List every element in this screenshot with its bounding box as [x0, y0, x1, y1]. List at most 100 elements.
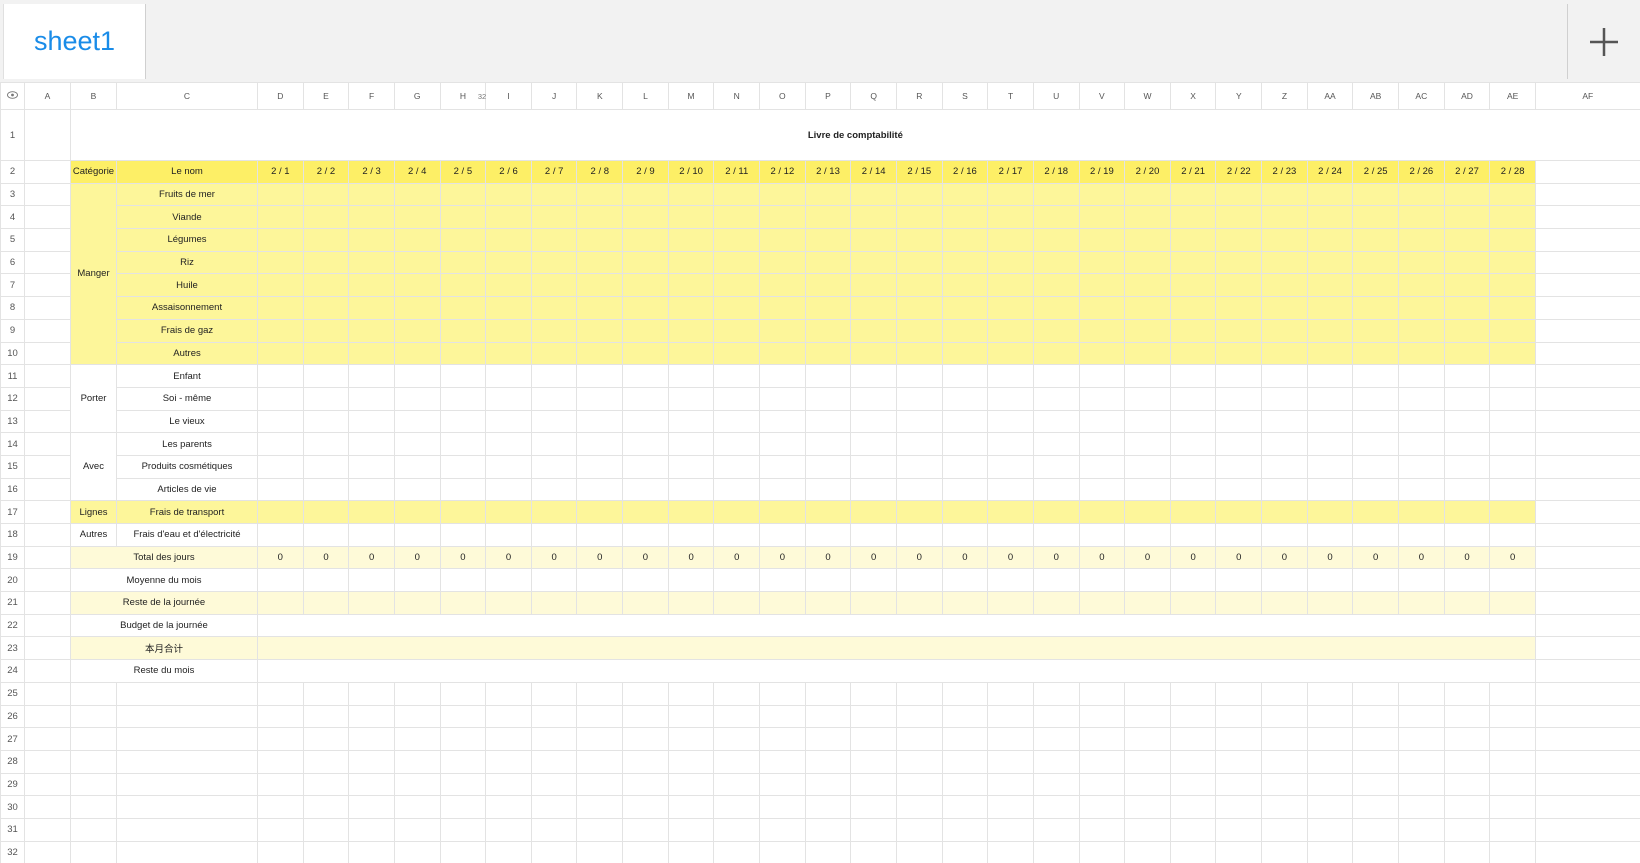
amount-cell[interactable]: [302, 182, 350, 207]
cell[interactable]: [1215, 795, 1263, 819]
amount-cell[interactable]: [1489, 250, 1536, 275]
summary-value-cell[interactable]: [1489, 568, 1536, 593]
amount-cell[interactable]: [302, 250, 350, 275]
cell[interactable]: [70, 681, 117, 706]
amount-cell[interactable]: [1032, 205, 1080, 230]
row-header[interactable]: 6: [0, 250, 25, 275]
cell[interactable]: [1124, 817, 1171, 842]
amount-cell[interactable]: [1398, 454, 1445, 479]
cell[interactable]: [576, 795, 624, 819]
amount-cell[interactable]: [576, 386, 624, 411]
total-value-cell[interactable]: 0: [530, 545, 578, 570]
amount-cell[interactable]: [1215, 454, 1263, 479]
amount-cell[interactable]: [1215, 341, 1263, 366]
cell[interactable]: [485, 817, 532, 842]
amount-cell[interactable]: [987, 477, 1034, 502]
cell[interactable]: [850, 704, 897, 729]
amount-cell[interactable]: [1032, 341, 1080, 366]
cell[interactable]: [1078, 681, 1126, 706]
amount-cell[interactable]: [530, 205, 578, 230]
row-header[interactable]: 16: [0, 477, 25, 502]
cell[interactable]: [116, 817, 258, 842]
header-date[interactable]: 2 / 24: [1306, 160, 1354, 184]
amount-cell[interactable]: [1169, 500, 1217, 524]
cell[interactable]: [24, 817, 71, 842]
amount-cell[interactable]: [987, 386, 1034, 411]
amount-cell[interactable]: [713, 250, 761, 275]
cell[interactable]: [895, 681, 943, 706]
amount-cell[interactable]: [622, 228, 669, 252]
cell[interactable]: [70, 840, 117, 863]
amount-cell[interactable]: [987, 296, 1034, 320]
amount-cell[interactable]: [1352, 454, 1400, 479]
row-header[interactable]: 9: [0, 318, 25, 343]
amount-cell[interactable]: [576, 432, 624, 456]
ledger-title[interactable]: Livre de comptabilité: [70, 109, 1640, 161]
cell[interactable]: [1078, 840, 1126, 863]
column-header-ad[interactable]: AD: [1443, 82, 1491, 110]
cell[interactable]: [257, 727, 304, 751]
column-header-q[interactable]: Q: [850, 82, 897, 110]
amount-cell[interactable]: [759, 296, 806, 320]
amount-cell[interactable]: [1489, 182, 1536, 207]
cell[interactable]: [1169, 817, 1217, 842]
row-header[interactable]: 4: [0, 205, 25, 230]
column-header-o[interactable]: O: [759, 82, 806, 110]
amount-cell[interactable]: [485, 182, 532, 207]
summary-value-cell[interactable]: [1124, 591, 1171, 615]
amount-cell[interactable]: [576, 409, 624, 434]
item-name-cell[interactable]: Légumes: [116, 228, 258, 252]
total-value-cell[interactable]: 0: [667, 545, 715, 570]
cell[interactable]: [485, 795, 532, 819]
cell[interactable]: [1443, 772, 1491, 797]
amount-cell[interactable]: [850, 296, 897, 320]
amount-cell[interactable]: [759, 454, 806, 479]
amount-cell[interactable]: [1078, 250, 1126, 275]
amount-cell[interactable]: [439, 364, 487, 388]
amount-cell[interactable]: [1261, 250, 1308, 275]
cell[interactable]: [1215, 840, 1263, 863]
amount-cell[interactable]: [759, 500, 806, 524]
item-name-cell[interactable]: Frais d'eau et d'électricité: [116, 523, 258, 547]
amount-cell[interactable]: [667, 205, 715, 230]
amount-cell[interactable]: [348, 523, 395, 547]
item-name-cell[interactable]: Le vieux: [116, 409, 258, 434]
cell[interactable]: [302, 727, 350, 751]
cell[interactable]: [1078, 795, 1126, 819]
cell[interactable]: [987, 749, 1034, 774]
cell[interactable]: [70, 795, 117, 819]
amount-cell[interactable]: [348, 364, 395, 388]
amount-cell[interactable]: [1443, 523, 1491, 547]
amount-cell[interactable]: [941, 500, 989, 524]
summary-value-cell[interactable]: [622, 568, 669, 593]
summary-value-cell[interactable]: [393, 568, 441, 593]
cell[interactable]: [24, 296, 71, 320]
cell[interactable]: [850, 795, 897, 819]
amount-cell[interactable]: [1078, 409, 1126, 434]
amount-cell[interactable]: [895, 273, 943, 298]
amount-cell[interactable]: [850, 454, 897, 479]
amount-cell[interactable]: [1078, 386, 1126, 411]
summary-value-cell[interactable]: [1032, 568, 1080, 593]
cell[interactable]: [348, 749, 395, 774]
amount-cell[interactable]: [804, 318, 852, 343]
amount-cell[interactable]: [1489, 523, 1536, 547]
amount-cell[interactable]: [1124, 250, 1171, 275]
header-date[interactable]: 2 / 15: [895, 160, 943, 184]
summary-label-cell[interactable]: 本月合计: [70, 636, 258, 661]
amount-cell[interactable]: [1443, 250, 1491, 275]
amount-cell[interactable]: [850, 386, 897, 411]
total-value-cell[interactable]: 0: [485, 545, 532, 570]
amount-cell[interactable]: [1489, 205, 1536, 230]
cell[interactable]: [1443, 817, 1491, 842]
amount-cell[interactable]: [941, 454, 989, 479]
summary-value-cell[interactable]: [257, 568, 304, 593]
cell[interactable]: [987, 681, 1034, 706]
cell[interactable]: [530, 727, 578, 751]
amount-cell[interactable]: [485, 477, 532, 502]
amount-cell[interactable]: [987, 454, 1034, 479]
cell[interactable]: [348, 840, 395, 863]
cell[interactable]: [1124, 749, 1171, 774]
cell[interactable]: [987, 704, 1034, 729]
amount-cell[interactable]: [1306, 296, 1354, 320]
